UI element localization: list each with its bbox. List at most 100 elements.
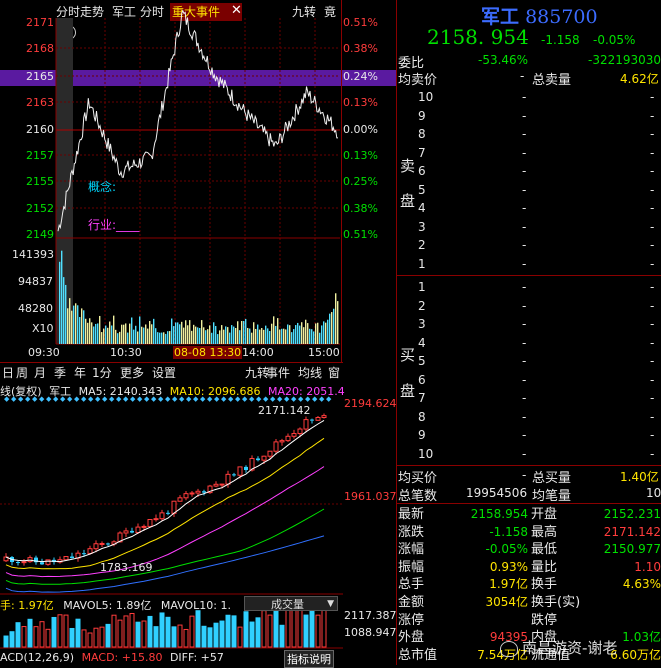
svg-text:◆: ◆ <box>144 395 150 403</box>
buy-price-0: - <box>522 280 527 294</box>
macd-value: MACD: +15.80 <box>81 651 163 664</box>
tab-period-4[interactable]: 年 <box>72 364 88 382</box>
stat-label-right-5: 换手(实) <box>531 595 581 610</box>
sell-vol-7: - <box>650 219 655 234</box>
stat-label-right-1: 最高 <box>531 524 558 540</box>
buy-vol-8: - <box>650 428 655 442</box>
buy-level-5: 5 <box>418 354 426 368</box>
buy-price-8: - <box>522 428 527 442</box>
buy-vol-3: - <box>650 335 655 350</box>
sell-level-1: 1 <box>418 256 426 271</box>
sell-price-2: - <box>522 127 527 141</box>
svg-text:◆: ◆ <box>88 395 94 403</box>
buy-price-4: - <box>522 354 527 368</box>
kline-low-annotation: 1783.169 <box>100 561 153 574</box>
buy-price-2: - <box>522 317 527 331</box>
intraday-axis-divider <box>341 0 342 362</box>
weibi-pct: -53.46% <box>478 53 529 67</box>
buy-vol-7: - <box>650 409 655 424</box>
mavol5-label: MAVOL5: 1.89亿 <box>63 599 152 612</box>
stat-label-left-4: 总手 <box>398 577 425 593</box>
stat-label-left-6: 涨停 <box>398 612 425 628</box>
buy-level-10: 10 <box>418 446 434 461</box>
stat-label-right-6: 跌停 <box>531 612 558 628</box>
buy-level-6: 6 <box>418 372 426 387</box>
svg-text:◆: ◆ <box>116 395 122 403</box>
sell-label-1: 卖 <box>400 157 416 175</box>
tab-period-6[interactable]: 更多 <box>118 364 146 382</box>
time-label-1400: 14:00 <box>242 346 274 359</box>
time-label-close: 15:00 <box>308 346 340 359</box>
tab-period-5[interactable]: 1分 <box>90 364 114 382</box>
sell-price-6: - <box>522 201 527 215</box>
total-orders-value: 19954506 <box>466 486 528 500</box>
time-label-open: 09:30 <box>28 346 60 359</box>
svg-text:◆: ◆ <box>130 395 136 403</box>
svg-text:◆: ◆ <box>81 395 87 403</box>
sell-level-3: 3 <box>418 219 426 234</box>
sell-vol-3: - <box>650 145 655 160</box>
watermark: 南昌游资-谢老 <box>500 637 617 658</box>
sell-price-5: - <box>522 182 527 197</box>
avg-buy-label: 均买价 <box>398 471 438 486</box>
tab-ma[interactable]: 均线 <box>296 364 324 382</box>
svg-text:◆: ◆ <box>326 395 332 403</box>
stat-label-right-3: 量比 <box>531 559 558 575</box>
tab-window[interactable]: 窗 <box>326 364 342 382</box>
sell-price-8: - <box>522 238 527 252</box>
kline-chart[interactable]: ◆ ◆ ◆ ◆ ◆ ◆ ◆ ◆ ◆ ◆ ◆ ◆ ◆ ◆ ◆ ◆ ◆ ◆ ◆ ◆ ◆ ◆ ◆ ◆ ◆ ◆ ◆ ◆ ◆ ◆ ◆ ◆ ◆ ◆ ◆ ◆ ◆ ◆ ◆ ◆… <box>0 381 396 665</box>
stat-value-right-1: 2171.142 <box>603 524 661 539</box>
mavol10-label: MAVOL10: 1. <box>160 599 231 612</box>
svg-text:◆: ◆ <box>67 395 73 403</box>
svg-text:◆: ◆ <box>46 395 52 403</box>
svg-text:◆: ◆ <box>242 395 248 403</box>
sell-label-2: 盘 <box>400 192 416 210</box>
buy-level-1: 1 <box>418 280 426 294</box>
tab-period-3[interactable]: 季 <box>52 364 68 382</box>
indicator-selector[interactable]: 成交量 ▼ <box>244 596 338 611</box>
tab-events[interactable]: 事件 <box>264 364 292 382</box>
svg-text:◆: ◆ <box>18 395 24 403</box>
quote-price: 2158. 954 <box>427 25 529 49</box>
svg-text:◆: ◆ <box>151 395 157 403</box>
buy-level-2: 2 <box>418 298 426 313</box>
svg-text:◆: ◆ <box>193 395 199 403</box>
buy-vol-5: - <box>650 372 655 387</box>
stat-label-left-7: 外盘 <box>398 630 425 646</box>
sell-level-4: 4 <box>418 201 426 215</box>
svg-text:◆: ◆ <box>137 395 143 403</box>
tab-period-1[interactable]: 周 <box>14 364 30 382</box>
svg-text:◆: ◆ <box>207 395 213 403</box>
total-buy-value: 1.40亿 <box>620 470 659 484</box>
kline-price-mid: 1961.037 <box>344 490 397 503</box>
svg-text:◆: ◆ <box>4 395 10 403</box>
indicator-help-button[interactable]: 指标说明 <box>284 650 334 668</box>
intraday-panel: 分时走势 军工 分时 重大事件 ✕ 九转 竟 ? 217121682165216… <box>0 0 396 362</box>
svg-text:◆: ◆ <box>123 395 129 403</box>
weibo-icon <box>500 640 518 657</box>
total-sell-value: 4.62亿 <box>620 72 659 86</box>
total-sell-label: 总卖量 <box>532 73 572 88</box>
buy-vol-4: - <box>650 354 655 368</box>
sell-level-5: 5 <box>418 182 426 197</box>
stat-value-left-4: 1.97亿 <box>489 577 528 592</box>
svg-text:◆: ◆ <box>284 395 290 403</box>
svg-text:◆: ◆ <box>39 395 45 403</box>
orderbook-divider <box>397 275 661 276</box>
svg-text:◆: ◆ <box>102 395 108 403</box>
svg-text:◆: ◆ <box>214 395 220 403</box>
intraday-chart[interactable] <box>0 0 396 362</box>
sell-price-3: - <box>522 145 527 160</box>
sell-level-10: 10 <box>418 90 434 104</box>
sell-price-4: - <box>522 164 527 178</box>
sell-price-7: - <box>522 219 527 234</box>
stat-label-left-0: 最新 <box>398 507 425 522</box>
tab-period-7[interactable]: 设置 <box>150 364 178 382</box>
stat-value-right-4: 4.63% <box>622 577 661 592</box>
svg-text:◆: ◆ <box>172 395 178 403</box>
svg-text:◆: ◆ <box>312 395 318 403</box>
tab-period-2[interactable]: 月 <box>32 364 48 382</box>
daily-bottom-tabs: 日周月季年 1分 更多 设置 九转 事件 均线 窗 <box>0 362 343 381</box>
sell-vol-9: - <box>650 256 655 271</box>
svg-text:◆: ◆ <box>95 395 101 403</box>
